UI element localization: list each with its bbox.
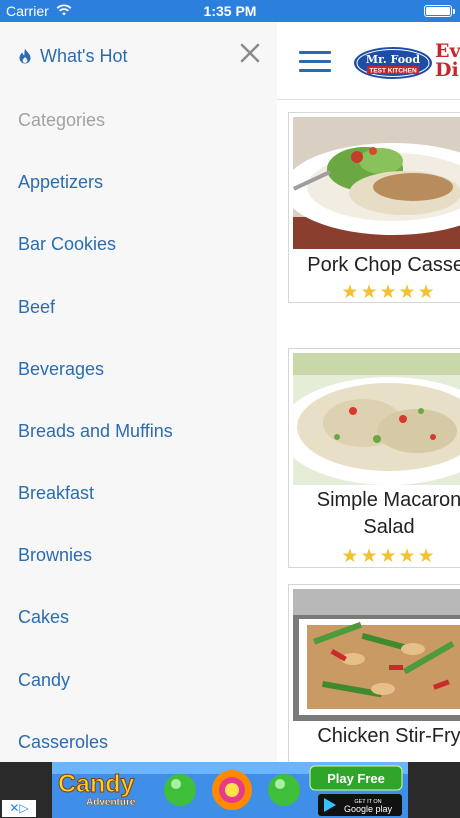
category-item[interactable]: Beverages bbox=[18, 359, 104, 380]
category-item[interactable]: Beef bbox=[18, 297, 55, 318]
category-item[interactable]: Casseroles bbox=[18, 732, 108, 753]
rating-stars: ★★★★★ bbox=[341, 282, 437, 303]
category-item[interactable]: Bar Cookies bbox=[18, 234, 116, 255]
category-item[interactable]: Appetizers bbox=[18, 172, 103, 193]
svg-text:Play Free: Play Free bbox=[327, 771, 385, 786]
svg-text:Adventure: Adventure bbox=[86, 797, 136, 808]
close-icon[interactable] bbox=[239, 42, 261, 64]
recipe-card[interactable]: Simple Macaron Salad ★★★★★ bbox=[288, 348, 460, 568]
category-item[interactable]: Cakes bbox=[18, 607, 69, 628]
category-item[interactable]: Candy bbox=[18, 670, 70, 691]
svg-text:Google play: Google play bbox=[344, 804, 393, 814]
app-screen: Carrier 1:35 PM What's Hot Categories Ap… bbox=[0, 0, 460, 818]
category-item[interactable]: Breads and Muffins bbox=[18, 421, 173, 442]
mr-food-logo: Mr. Food TEST KITCHEN bbox=[354, 47, 432, 79]
clock: 1:35 PM bbox=[203, 3, 257, 19]
rating-stars: ★★★★★ bbox=[341, 546, 437, 567]
recipe-photo bbox=[293, 353, 460, 485]
svg-text:Candy: Candy bbox=[58, 770, 135, 798]
status-bar: Carrier 1:35 PM bbox=[0, 0, 460, 22]
recipe-title: Chicken Stir-Fry bbox=[317, 725, 460, 747]
svg-text:TEST KITCHEN: TEST KITCHEN bbox=[369, 68, 417, 75]
recipe-title: Simple Macaron bbox=[316, 489, 460, 511]
battery-icon bbox=[424, 5, 455, 17]
recipe-photo bbox=[293, 589, 460, 721]
hamburger-menu-icon[interactable] bbox=[299, 51, 331, 73]
brand-wordmark: Ev Di bbox=[435, 40, 460, 81]
categories-header: Categories bbox=[18, 110, 106, 130]
recipe-card[interactable]: Chicken Stir-Fry bbox=[288, 584, 460, 762]
top-bar: Mr. Food TEST KITCHEN Ev Di bbox=[277, 22, 460, 100]
main-content: Mr. Food TEST KITCHEN Ev Di Pork Chop Ca… bbox=[277, 22, 460, 762]
recipe-card[interactable]: Pork Chop Casser ★★★★★ bbox=[288, 112, 460, 303]
whats-hot-link[interactable]: What's Hot bbox=[40, 46, 127, 67]
drawer-header: What's Hot bbox=[0, 22, 277, 92]
recipe-photo bbox=[293, 117, 460, 249]
category-item[interactable]: Brownies bbox=[18, 545, 92, 566]
ad-creative[interactable]: Candy Adventure Play Free GET IT ON Goog… bbox=[52, 762, 408, 818]
category-item[interactable]: Breakfast bbox=[18, 483, 94, 504]
recipe-title-line2: Salad bbox=[363, 516, 415, 538]
adchoices-icon[interactable]: ✕▷ bbox=[2, 800, 36, 817]
recipe-title: Pork Chop Casser bbox=[307, 254, 460, 276]
ad-banner[interactable]: ✕▷ Candy Adventure Play Free GET IT ON G bbox=[0, 762, 460, 818]
side-drawer: What's Hot Categories Appetizers Bar Coo… bbox=[0, 22, 277, 762]
svg-text:Mr. Food: Mr. Food bbox=[366, 53, 421, 66]
flame-icon bbox=[19, 48, 31, 64]
